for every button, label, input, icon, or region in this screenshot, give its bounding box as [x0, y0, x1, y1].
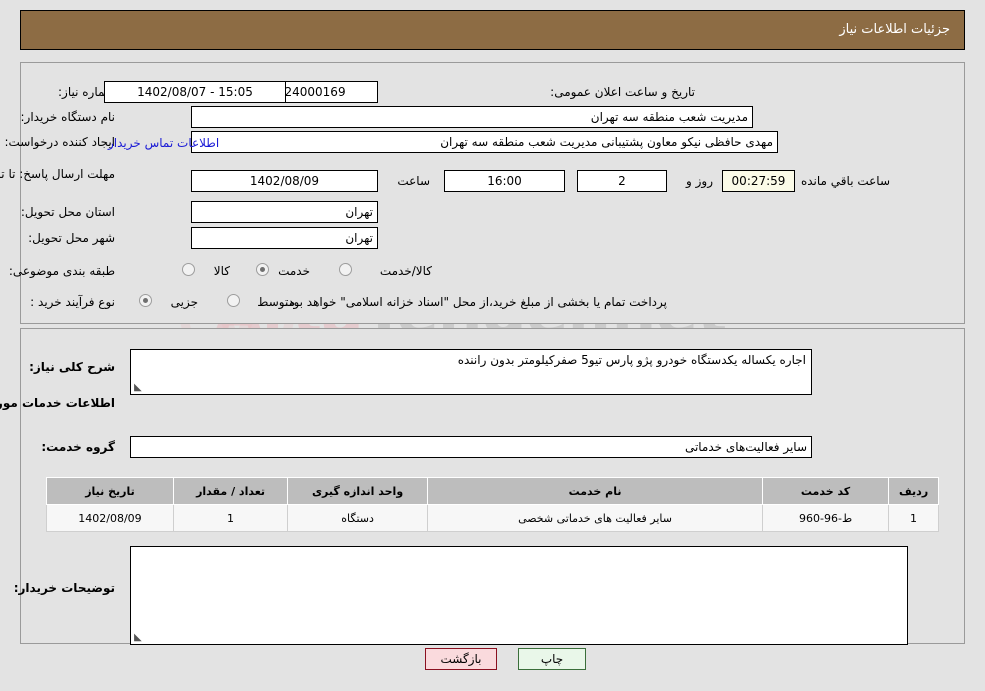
category-radio-kala[interactable]	[182, 263, 195, 276]
delivery-province-value: تهران	[191, 201, 378, 223]
deadline-hour-value: 16:00	[444, 170, 565, 192]
process-label-jozii: جزیی	[170, 295, 198, 309]
back-button[interactable]: بازگشت	[425, 648, 497, 670]
process-type-label: نوع فرآیند خرید :	[30, 295, 115, 309]
cell-row-no: 1	[888, 504, 939, 532]
payment-note: پرداخت تمام یا بخشی از مبلغ خرید،از محل …	[284, 295, 667, 309]
service-group-label: گروه خدمت:	[41, 440, 115, 454]
countdown-value: 00:27:59	[722, 170, 795, 192]
cell-service-code: ط-96-960	[762, 504, 890, 532]
delivery-city-value: تهران	[191, 227, 378, 249]
services-table: ردیف کد خدمت نام خدمت واحد اندازه گیری ت…	[46, 477, 939, 532]
category-radio-kala-khedmat[interactable]	[339, 263, 352, 276]
service-group-value: سایر فعالیت‌های خدماتی	[130, 436, 812, 458]
cell-service-name: سایر فعالیت های خدماتی شخصی	[427, 504, 764, 532]
category-label: طبقه بندی موضوعی:	[8, 264, 115, 278]
print-button[interactable]: چاپ	[518, 648, 586, 670]
delivery-city-label: شهر محل تحویل:	[28, 231, 115, 245]
remaining-days-value: 2	[577, 170, 667, 192]
summary-textarea[interactable]: اجاره یکساله یکدستگاه خودرو پژو پارس تیو…	[130, 349, 812, 395]
buyer-contact-link[interactable]: اطلاعات تماس خریدار	[108, 136, 219, 150]
announce-datetime-value: 15:05 - 1402/08/07	[104, 81, 286, 103]
col-unit: واحد اندازه گیری	[287, 477, 429, 505]
col-service-name: نام خدمت	[427, 477, 764, 505]
table-row: 1 ط-96-960 سایر فعالیت های خدماتی شخصی د…	[46, 504, 939, 532]
buyer-org-label: نام دستگاه خریدار:	[20, 110, 116, 124]
buyer-org-value: مدیریت شعب منطقه سه تهران	[191, 106, 753, 128]
resize-grip-icon[interactable]: ◢	[134, 382, 144, 393]
col-service-code: کد خدمت	[762, 477, 890, 505]
col-need-date: تاریخ نیاز	[46, 477, 174, 505]
process-radio-jozii[interactable]	[139, 294, 152, 307]
table-header-row: ردیف کد خدمت نام خدمت واحد اندازه گیری ت…	[46, 477, 939, 505]
deadline-hour-label: ساعت	[397, 174, 430, 188]
category-label-khedmat: خدمت	[278, 264, 310, 278]
deadline-date-value: 1402/08/09	[191, 170, 378, 192]
buyer-notes-label: توضیحات خریدار:	[13, 581, 115, 595]
resize-grip-icon-2[interactable]: ◢	[134, 632, 144, 643]
delivery-province-label: استان محل تحویل:	[20, 205, 115, 219]
cell-need-date: 1402/08/09	[46, 504, 174, 532]
announce-datetime-label: تاریخ و ساعت اعلان عمومی:	[550, 85, 695, 99]
summary-label: شرح کلی نیاز:	[29, 360, 115, 374]
page-title: جزئیات اطلاعات نیاز	[839, 22, 950, 37]
requester-label: ایجاد کننده درخواست:	[4, 135, 115, 149]
category-radio-khedmat[interactable]	[256, 263, 269, 276]
col-row-no: ردیف	[888, 477, 939, 505]
summary-value: اجاره یکساله یکدستگاه خودرو پژو پارس تیو…	[457, 353, 806, 367]
cell-unit: دستگاه	[287, 504, 429, 532]
process-radio-motevaset[interactable]	[227, 294, 240, 307]
page-header-bar: جزئیات اطلاعات نیاز	[20, 10, 965, 50]
buyer-notes-textarea[interactable]: ◢	[130, 546, 908, 645]
countdown-label: ساعت باقي مانده	[800, 174, 890, 188]
requester-value: مهدی حافظی نیکو معاون پشتیبانی مدیریت شع…	[191, 131, 778, 153]
cell-quantity: 1	[172, 504, 289, 532]
category-label-kala-khedmat: کالا/خدمت	[379, 264, 432, 278]
services-section-heading: اطلاعات خدمات مورد نیاز	[0, 396, 115, 410]
need-number-label: شماره نیاز:	[58, 85, 115, 99]
col-quantity: تعداد / مقدار	[172, 477, 289, 505]
remaining-days-label: روز و	[686, 174, 713, 188]
category-label-kala: کالا	[213, 264, 230, 278]
deadline-label: مهلت ارسال پاسخ: تا تاریخ:	[0, 167, 115, 181]
